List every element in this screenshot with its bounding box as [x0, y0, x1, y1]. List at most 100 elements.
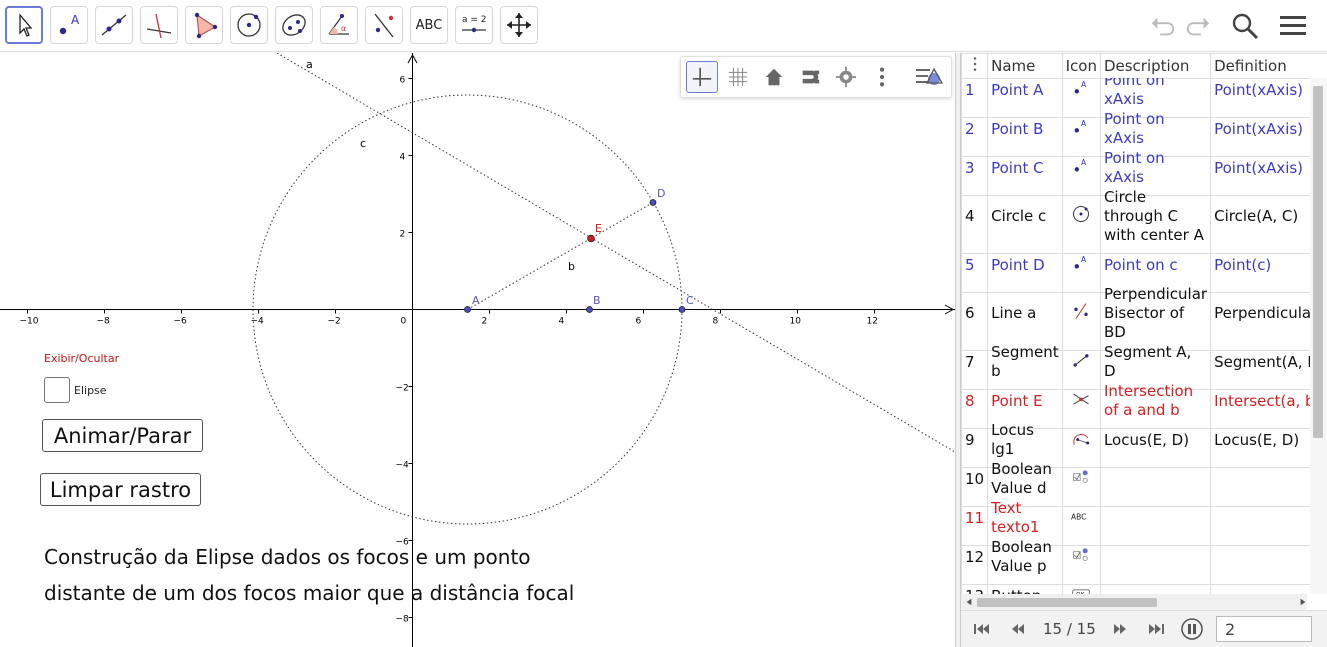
toggle-style-bar-button[interactable] [913, 61, 945, 93]
row-description [1099, 498, 1212, 538]
line-a[interactable] [276, 53, 955, 453]
protocol-row[interactable]: 9 Locus lg1 Locus(E, D) Locus(E, D) [961, 420, 1327, 460]
protocol-row[interactable]: 5 Point D A Point on c Point(c) [961, 245, 1327, 285]
row-number: 4 [961, 187, 989, 246]
column-header-icon[interactable]: Icon [1061, 53, 1101, 79]
protocol-row[interactable]: 6 Line a Perpendicular Bisector of BD Perpe… [961, 284, 1327, 343]
point-b[interactable] [586, 306, 593, 313]
pause-icon[interactable] [1181, 618, 1203, 640]
protocol-row[interactable]: 10 Boolean Value d [961, 459, 1327, 499]
play-speed-input[interactable] [1216, 616, 1312, 642]
angle-icon: α [328, 14, 349, 35]
toggle-axes-button[interactable] [686, 61, 718, 93]
angle-tool-button[interactable]: α [320, 6, 358, 44]
icon-cell [1061, 381, 1101, 421]
graphics-settings-button[interactable] [830, 61, 862, 93]
main-menu-button[interactable] [1277, 10, 1309, 42]
toolbar: A α ABC a = 2 [0, 0, 1327, 52]
toggle-grid-button[interactable] [722, 61, 754, 93]
reflect-tool-button[interactable] [365, 6, 403, 44]
row-number: 8 [961, 381, 989, 421]
point-a[interactable] [464, 306, 471, 313]
point-tool-button[interactable]: A [50, 6, 88, 44]
protocol-horizontal-scrollbar[interactable] [961, 594, 1307, 610]
construction-protocol: Name Icon Description Definition 1 Point … [961, 53, 1327, 647]
row-number: 6 [961, 284, 989, 343]
animate-button[interactable]: Animar/Parar [42, 419, 203, 452]
label-point-d: D [657, 187, 665, 200]
circle-tool-button[interactable] [230, 6, 268, 44]
y-tick-label: −4 [396, 461, 410, 471]
more-options-button[interactable] [866, 61, 898, 93]
x-tick-label: −2 [328, 317, 341, 327]
perpendicular-line-tool-button[interactable] [140, 6, 178, 44]
x-tick-label: 6 [636, 317, 642, 327]
row-number: 5 [961, 245, 989, 285]
previous-step-icon[interactable] [1009, 622, 1027, 636]
point-e[interactable] [587, 234, 595, 243]
protocol-menu-header[interactable] [961, 53, 989, 79]
description-line-1: Construção da Elipse dados os focos e um… [44, 545, 531, 569]
undo-button[interactable] [1147, 10, 1179, 42]
move-graphics-tool-button[interactable] [500, 6, 538, 44]
description-line-2: distante de um dos focos maior que a dis… [44, 581, 575, 605]
search-icon [1232, 13, 1259, 40]
y-tick-label: 4 [400, 153, 406, 163]
standard-view-button[interactable] [758, 61, 790, 93]
move-arrows-icon [507, 13, 531, 37]
column-header-description[interactable]: Description [1099, 53, 1212, 79]
label-point-e: E [595, 222, 602, 235]
column-header-name[interactable]: Name [987, 53, 1063, 79]
x-tick-label: −4 [251, 317, 265, 327]
slider-tool-button[interactable]: a = 2 [455, 6, 493, 44]
step-counter: 15 / 15 [1043, 620, 1096, 638]
protocol-row[interactable]: 11 Text texto1 ABC [961, 498, 1327, 538]
next-step-icon[interactable] [1111, 622, 1129, 636]
svg-text:A: A [71, 13, 80, 27]
scroll-right-icon[interactable] [1299, 598, 1307, 606]
row-number: 12 [961, 537, 989, 577]
text-tool-button[interactable]: ABC [410, 6, 448, 44]
clear-trace-button[interactable]: Limpar rastro [40, 473, 201, 506]
scrollbar-thumb[interactable] [1313, 86, 1323, 438]
icon-cell: ABC [1061, 498, 1101, 538]
scrollbar-thumb[interactable] [977, 598, 1157, 607]
move-tool-button[interactable] [5, 6, 43, 44]
icon-cell [1061, 537, 1101, 577]
svg-text:A: A [1081, 255, 1087, 264]
line-tool-button[interactable] [95, 6, 133, 44]
ellipse-tool-button[interactable] [275, 6, 313, 44]
protocol-vertical-scrollbar[interactable] [1310, 78, 1327, 594]
point-capturing-button[interactable] [794, 61, 826, 93]
first-step-icon[interactable] [973, 622, 991, 636]
column-header-definition[interactable]: Definition [1210, 53, 1327, 79]
axes-icon [692, 67, 712, 87]
ellipse-checkbox[interactable] [44, 377, 70, 403]
svg-text:A: A [1081, 80, 1087, 89]
vertical-dots-icon [973, 56, 976, 71]
point-icon: A [1071, 255, 1091, 277]
protocol-row[interactable]: 3 Point C A Point on xAxis Point(xAxis) [961, 148, 1327, 188]
protocol-row[interactable]: 2 Point B A Point on xAxis Point(xAxis) [961, 109, 1327, 149]
segment-b[interactable] [467, 202, 654, 310]
svg-text:A: A [1081, 158, 1087, 167]
last-step-icon[interactable] [1147, 622, 1165, 636]
text-icon: ABC [1069, 512, 1093, 530]
circle-center-icon [237, 13, 261, 37]
row-description: Point on xAxis [1099, 148, 1212, 188]
vertical-dots-icon [879, 67, 885, 87]
point-c[interactable] [678, 306, 686, 313]
protocol-row[interactable]: 4 Circle c Circle through C with center AC… [961, 187, 1327, 246]
point-d[interactable] [649, 199, 657, 206]
row-name: Point E [987, 381, 1063, 421]
graphics-view[interactable]: −10 −8 −6 −4 −2 0 2 4 6 8 10 12 6 4 2 −2 −4 −6 −8 a c b A … [0, 53, 955, 647]
row-name: Boolean Value d [987, 459, 1063, 499]
icon-cell [1061, 459, 1101, 499]
redo-button[interactable] [1182, 10, 1214, 42]
protocol-row[interactable]: 8 Point E Intersection of a and b Intersect… [961, 381, 1327, 421]
scroll-left-icon[interactable] [965, 598, 973, 606]
protocol-row[interactable]: 12 Boolean Value p [961, 537, 1327, 577]
polygon-tool-button[interactable] [185, 6, 223, 44]
protocol-row[interactable]: 7 Segment b Segment A, D Segment(A, D) [961, 342, 1327, 382]
search-button[interactable] [1229, 10, 1261, 42]
